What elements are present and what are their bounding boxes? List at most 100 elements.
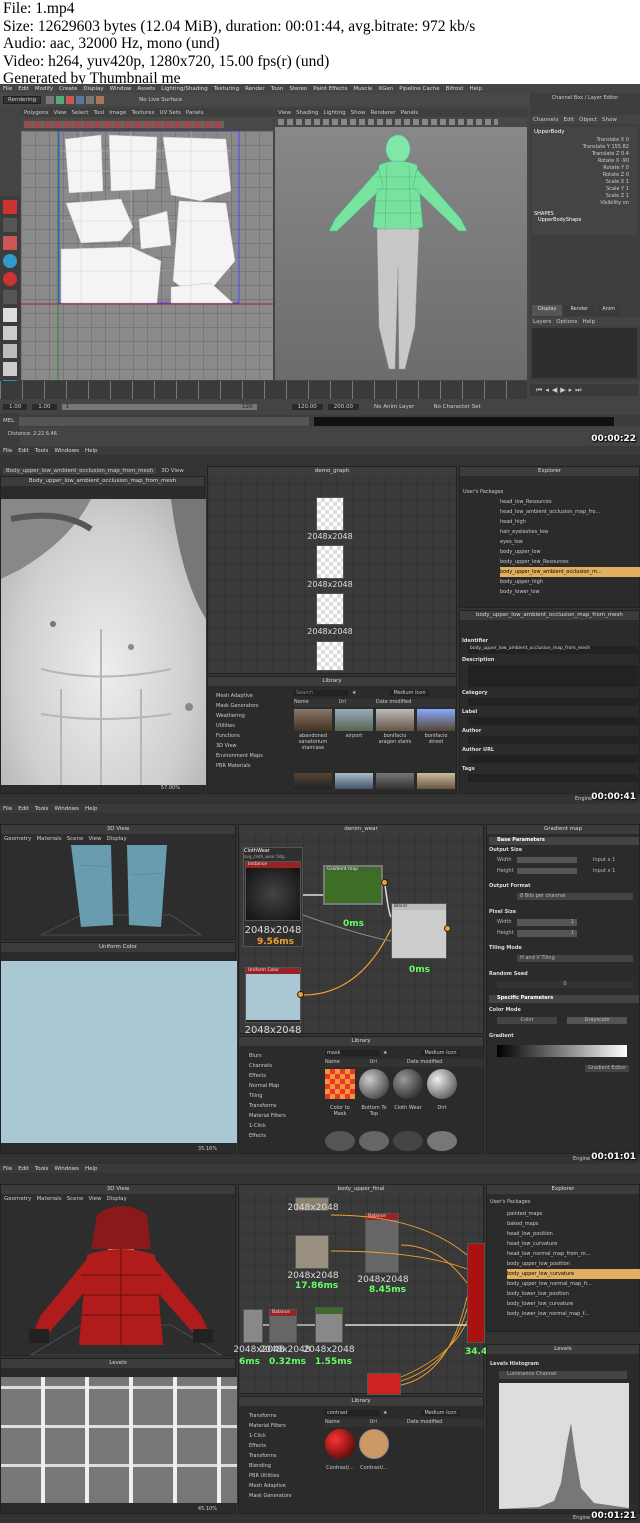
menu-item-0[interactable]: File [3,86,12,92]
channel-menu-item-1[interactable]: Edit [563,117,574,123]
menu-item-10[interactable]: Toon [271,86,284,92]
library-category-3[interactable]: Effects [243,1441,321,1451]
library-category-2[interactable]: 1-Click [243,1431,321,1441]
layer-menu-item-0[interactable]: Layers [533,319,551,325]
library-category-5[interactable]: Transforms [243,1101,321,1111]
explorer-item-2[interactable]: head_low_position [507,1229,640,1239]
range-max[interactable]: 200.00 [327,403,359,410]
channel-menu-item-2[interactable]: Object [579,117,597,123]
library-category-0[interactable]: Transforms [243,1411,321,1421]
explorer-item-8[interactable]: body_upper_high [500,577,640,587]
denim-legs-model[interactable] [1,845,237,941]
height-slider[interactable] [517,868,577,874]
env-thumb-3[interactable] [376,709,414,731]
port-gradient-out[interactable] [381,879,388,886]
random-seed-field[interactable]: 0 [497,981,633,988]
next-frame-icon[interactable]: ▸ [569,386,573,394]
library-category-1[interactable]: Channels [243,1061,321,1071]
explorer-item-6[interactable]: body_upper_low_curvature [507,1269,640,1279]
channel-row-9[interactable]: Visibility on [532,200,629,207]
channel-row-8[interactable]: Scale Z 1 [532,193,629,200]
view-menu-item-3[interactable]: View [88,836,101,842]
tab-2d-view[interactable]: Body_upper_low_ambient_occlusion_map_fro… [3,467,157,474]
menu-item-6[interactable]: Assets [137,86,155,92]
layer-tab-1[interactable]: Render [564,305,595,316]
uv-menu-item-2[interactable]: Select [72,110,89,116]
field-input-2[interactable] [468,698,638,706]
prev-frame-icon[interactable]: ◂ [545,386,549,394]
port-blend-out[interactable] [444,925,451,932]
channel-row-2[interactable]: Translate Z 0.4 [532,151,629,158]
thumb-contrast-1[interactable] [325,1429,355,1459]
output-format-dropdown[interactable]: 8 Bits per channel [517,893,633,900]
explorer-item-8[interactable]: body_lower_low_position [507,1289,640,1299]
levels-histogram[interactable] [499,1383,629,1509]
menu-item-1[interactable]: Edit [18,448,29,454]
command-input[interactable] [19,416,310,426]
outliner-icon[interactable] [3,362,17,376]
view-menu-item-0[interactable]: Geometry [4,836,31,842]
pixel-width-field[interactable]: 1 [517,919,577,926]
field-input-6[interactable] [468,774,638,782]
library-category-3[interactable]: Utilities [210,721,290,731]
move-tool-icon[interactable] [3,254,17,268]
env-thumb-4[interactable] [417,709,455,731]
range-start[interactable]: 1.00 [3,403,28,410]
library-category-7[interactable]: Mesh Adaptive [243,1481,321,1491]
uv-menu-item-3[interactable]: Tool [94,110,105,116]
library-category-6[interactable]: Material Filters [243,1111,321,1121]
view-menu-item-2[interactable]: Scene [67,836,84,842]
library-search[interactable]: Search [294,689,348,696]
node-output-4[interactable] [316,641,344,671]
library-category-6[interactable]: Environment Maps [210,751,290,761]
jacket-character-model[interactable] [1,1205,237,1357]
scale-tool-icon[interactable] [3,290,17,304]
layer-tab-0[interactable]: Display [532,305,563,316]
library-search[interactable]: contrast [325,1409,379,1416]
thumb-color-to-mask[interactable] [325,1069,355,1099]
menu-item-13[interactable]: Muscle [353,86,372,92]
menu-item-2[interactable]: Tools [35,806,49,812]
tab-3d-view[interactable]: 3D View [161,468,184,474]
view-menu-item-4[interactable]: Display [107,836,127,842]
channel-row-1[interactable]: Translate Y 155.82 [532,144,629,151]
library-category-4[interactable]: Tiling [243,1091,321,1101]
thumb-bottom-to-top[interactable] [359,1069,389,1099]
viewport-menu-item-5[interactable]: Panels [401,110,419,116]
menu-item-3[interactable]: Windows [54,1166,79,1172]
channel-row-6[interactable]: Scale X 1 [532,179,629,186]
view-menu-item-0[interactable]: Geometry [4,1196,31,1202]
explorer-item-3[interactable]: head_low_curvature [507,1239,640,1249]
uv-menu-item-5[interactable]: Textures [131,110,154,116]
field-input-4[interactable] [468,736,638,744]
menu-item-2[interactable]: Modify [35,86,53,92]
timeline[interactable] [0,381,527,399]
first-frame-icon[interactable]: ⏮ [536,386,542,395]
play-back-icon[interactable]: ◀ [552,386,557,394]
thumb-dirt[interactable] [427,1069,457,1099]
menu-item-0[interactable]: File [3,1166,12,1172]
menu-item-4[interactable]: Help [85,806,98,812]
zoom-2d[interactable]: 45.10% [198,1506,217,1512]
explorer-item-9[interactable]: body_lower_low [500,587,640,597]
explorer-item-10[interactable]: body_lower_low_normal_map_f... [507,1309,640,1319]
explorer-item-1[interactable]: head_low_ambient_occlusion_map_fro... [500,507,640,517]
view-menu-item-4[interactable]: Display [107,1196,127,1202]
channel-row-4[interactable]: Rotate Y 0 [532,165,629,172]
menu-item-4[interactable]: Display [83,86,103,92]
port-uniform-out[interactable] [297,991,304,998]
menu-item-5[interactable]: Window [110,86,132,92]
menu-item-17[interactable]: Help [469,86,482,92]
field-input-5[interactable] [468,755,638,763]
pixel-height-field[interactable]: 1 [517,930,577,937]
uv-grid[interactable] [21,130,273,380]
menu-item-1[interactable]: Edit [18,86,29,92]
library-category-1[interactable]: Mask Generators [210,701,290,711]
tiling-mode-dropdown[interactable]: H and V Tiling [517,955,633,962]
channel-menu-item-0[interactable]: Channels [533,117,558,123]
view-menu-item-1[interactable]: Materials [36,836,61,842]
explorer-item-0[interactable]: head_low_Resources [500,497,640,507]
node-output-3[interactable] [316,593,344,625]
explorer-item-7[interactable]: body_upper_low_ambient_occlusion_m... [500,567,640,577]
menu-item-16[interactable]: Bifrost [446,86,464,92]
